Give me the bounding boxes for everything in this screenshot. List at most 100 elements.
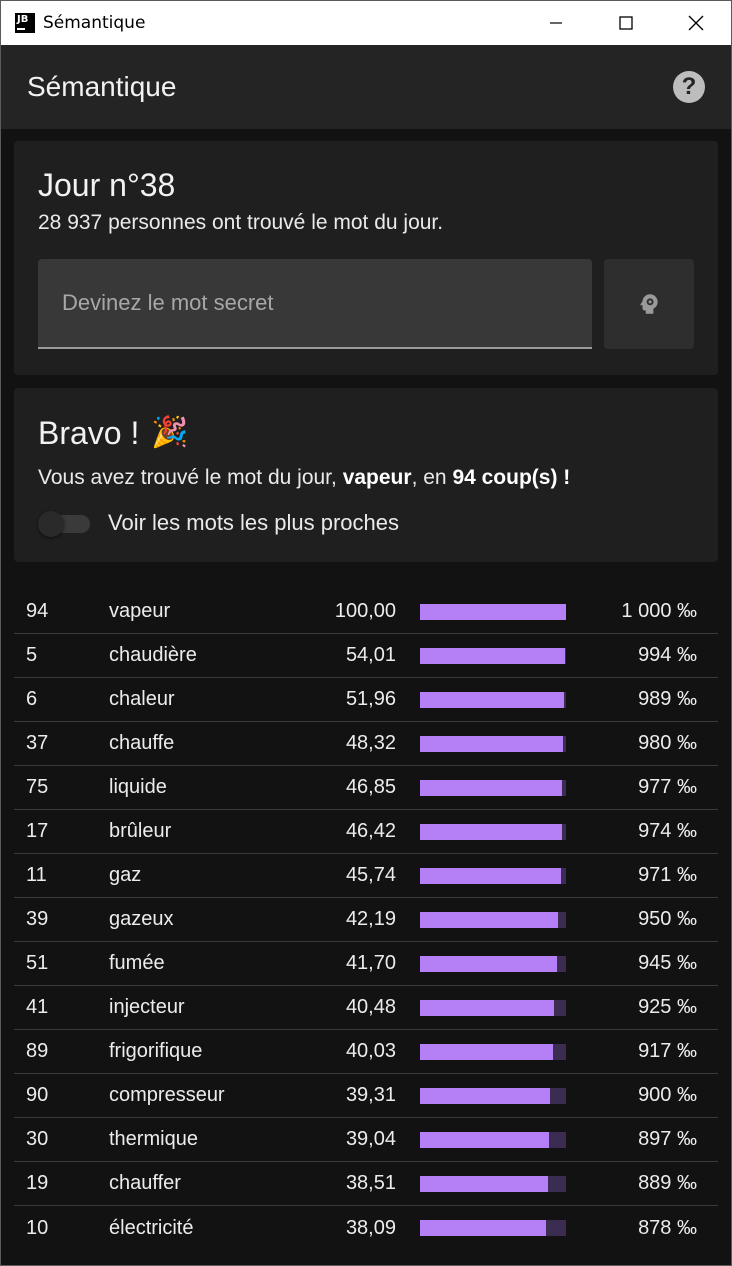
guess-word: chauffe (109, 732, 175, 754)
guess-word: thermique (109, 1128, 198, 1150)
hint-button[interactable] (604, 259, 694, 349)
guess-score: 42,19 (345, 908, 396, 930)
guess-score: 46,42 (345, 820, 396, 842)
guess-permille: 971 ‰ (638, 864, 697, 886)
proximity-bar-fill (420, 779, 563, 796)
app-title: Sémantique (27, 71, 177, 102)
table-row: 37 chauffe 48,32 980 ‰ (14, 722, 718, 766)
minimize-icon (550, 22, 562, 24)
toggle-thumb (38, 511, 64, 537)
guess-word: chaleur (109, 688, 175, 710)
bravo-card: Bravo ! 🎉 Vous avez trouvé le mot du jou… (14, 388, 718, 562)
proximity-bar-fill (420, 1220, 547, 1236)
proximity-bar (420, 691, 566, 708)
guess-score: 41,70 (345, 952, 396, 974)
secret-word: vapeur (342, 466, 412, 489)
proximity-bar-fill (420, 1131, 550, 1148)
close-button[interactable] (661, 1, 731, 45)
app-bar: Sémantique ? (1, 45, 731, 129)
guess-word: électricité (109, 1216, 194, 1239)
guess-word: gazeux (109, 908, 174, 930)
proximity-bar (420, 735, 566, 752)
guess-number: 39 (26, 908, 49, 930)
window-title: Sémantique (43, 13, 146, 33)
guess-score: 38,09 (345, 1216, 396, 1239)
app-logo-bar (17, 28, 25, 30)
window-controls (521, 1, 731, 45)
bravo-text-middle: , en (411, 466, 453, 489)
guess-word: fumée (109, 952, 165, 974)
guess-number: 51 (26, 952, 49, 974)
title-bar[interactable]: JB Sémantique (1, 1, 731, 45)
proximity-bar (420, 1131, 566, 1148)
guess-number: 89 (26, 1040, 49, 1062)
proximity-bar-fill (420, 999, 554, 1016)
proximity-bar-fill (420, 1087, 550, 1104)
guess-number: 41 (26, 996, 49, 1018)
guess-permille: 925 ‰ (638, 996, 697, 1018)
guess-number: 6 (26, 688, 38, 710)
guess-score: 46,85 (345, 776, 396, 798)
guess-score: 48,32 (345, 732, 396, 754)
guess-number: 11 (26, 864, 47, 886)
app-window: JB Sémantique Sémantique ? Jour n°38 28 … (0, 0, 732, 1266)
guess-row (38, 259, 694, 349)
maximize-icon (619, 16, 633, 30)
guess-word: frigorifique (109, 1040, 203, 1062)
guess-permille: 917 ‰ (638, 1040, 697, 1062)
bravo-text-prefix: Vous avez trouvé le mot du jour, (38, 466, 343, 489)
guess-number: 90 (26, 1084, 49, 1106)
proximity-bar (420, 1087, 566, 1104)
day-subtitle: 28 937 personnes ont trouvé le mot du jo… (38, 211, 444, 234)
table-row: 11 gaz 45,74 971 ‰ (14, 854, 718, 898)
proximity-bar-fill (420, 603, 566, 620)
table-row: 41 injecteur 40,48 925 ‰ (14, 986, 718, 1030)
proximity-bar (420, 823, 566, 840)
proximity-bar (420, 647, 566, 664)
guess-number: 94 (26, 600, 49, 622)
guess-permille: 1 000 ‰ (621, 600, 697, 622)
guess-count: 94 coup(s) ! (452, 466, 571, 489)
table-row: 30 thermique 39,04 897 ‰ (14, 1118, 718, 1162)
proximity-bar-fill (420, 647, 566, 664)
proximity-bar-fill (420, 867, 562, 884)
proximity-bar (420, 911, 566, 928)
close-icon (688, 15, 704, 31)
guess-input[interactable] (38, 259, 593, 349)
table-row: 17 brûleur 46,42 974 ‰ (14, 810, 718, 854)
guess-number: 37 (26, 732, 49, 754)
bravo-title-text: Bravo ! (38, 415, 140, 451)
guess-permille: 878 ‰ (638, 1216, 697, 1239)
day-title: Jour n°38 (38, 167, 176, 203)
proximity-bar-fill (420, 691, 565, 708)
guess-number: 10 (26, 1216, 49, 1239)
table-row: 90 compresseur 39,31 900 ‰ (14, 1074, 718, 1118)
proximity-bar-fill (420, 823, 562, 840)
guess-score: 100,00 (334, 600, 396, 622)
bravo-message: Vous avez trouvé le mot du jour, vapeur,… (38, 466, 694, 490)
guess-score: 54,01 (345, 644, 396, 666)
guess-permille: 977 ‰ (638, 776, 697, 798)
table-row: 19 chauffer 38,51 889 ‰ (14, 1162, 718, 1206)
toggle-label: Voir les mots les plus proches (108, 510, 400, 535)
closest-words-toggle[interactable] (38, 511, 92, 537)
guess-score: 39,31 (345, 1084, 396, 1106)
day-card: Jour n°38 28 937 personnes ont trouvé le… (14, 141, 718, 375)
guess-word: vapeur (109, 600, 171, 622)
guess-word: gaz (109, 864, 142, 886)
app-logo-icon: JB (15, 13, 35, 33)
minimize-button[interactable] (521, 1, 591, 45)
guess-score: 51,96 (345, 688, 396, 710)
help-icon[interactable]: ? (673, 71, 705, 103)
table-row: 94 vapeur 100,00 1 000 ‰ (14, 590, 718, 634)
proximity-bar (420, 603, 566, 620)
guess-score: 38,51 (345, 1172, 396, 1194)
guess-word: compresseur (109, 1084, 225, 1106)
app-logo-text: JB (17, 14, 29, 25)
maximize-button[interactable] (591, 1, 661, 45)
guess-word: chauffer (109, 1172, 181, 1194)
proximity-bar-fill (420, 1175, 548, 1192)
guess-permille: 945 ‰ (638, 952, 697, 974)
guess-number: 17 (26, 820, 49, 842)
guess-permille: 950 ‰ (638, 908, 697, 930)
